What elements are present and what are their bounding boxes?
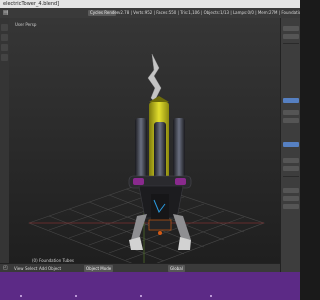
- blender-window: electricTower_4.blend] ▤ Cycles Render v…: [0, 0, 300, 300]
- property-field[interactable]: [283, 34, 299, 39]
- property-field[interactable]: [283, 188, 299, 193]
- scene-render: [9, 18, 280, 272]
- desktop-taskbar: [0, 272, 300, 300]
- property-field[interactable]: [283, 166, 299, 171]
- taskbar-indicator: [140, 295, 142, 297]
- 3d-viewport[interactable]: User Persp (0) Foundation Tubes: [9, 18, 280, 272]
- taskbar-indicator: [210, 295, 212, 297]
- property-field[interactable]: [283, 196, 299, 201]
- property-field[interactable]: [283, 204, 299, 209]
- properties-panel: [280, 18, 300, 272]
- property-field[interactable]: [283, 158, 299, 163]
- menu-icon[interactable]: ▤: [3, 8, 9, 18]
- scene-stats: v2.78 | Verts:952 | Faces:550 | Tris:1,1…: [118, 10, 300, 15]
- tool-button[interactable]: [1, 34, 8, 41]
- property-field[interactable]: [283, 110, 299, 115]
- tube-right: [173, 118, 185, 178]
- transform-orientation-select[interactable]: Global: [168, 265, 185, 272]
- property-field[interactable]: [283, 118, 299, 123]
- property-field[interactable]: [283, 26, 299, 31]
- taskbar-indicator: [20, 295, 22, 297]
- tool-button[interactable]: [1, 24, 8, 31]
- tool-button[interactable]: [1, 44, 8, 51]
- panel-divider: [283, 43, 299, 44]
- panel-divider: [283, 176, 299, 177]
- property-field-active[interactable]: [283, 142, 299, 147]
- view-label: User Persp: [15, 22, 37, 27]
- tool-button[interactable]: [1, 54, 8, 61]
- mode-select[interactable]: Object Mode: [84, 265, 114, 272]
- render-engine-select[interactable]: Cycles Render: [88, 10, 119, 16]
- title-bar: electricTower_4.blend]: [0, 0, 300, 8]
- property-field-active[interactable]: [283, 98, 299, 103]
- tube-left: [135, 118, 147, 178]
- window-title: electricTower_4.blend]: [3, 1, 60, 7]
- taskbar-indicator: [75, 295, 77, 297]
